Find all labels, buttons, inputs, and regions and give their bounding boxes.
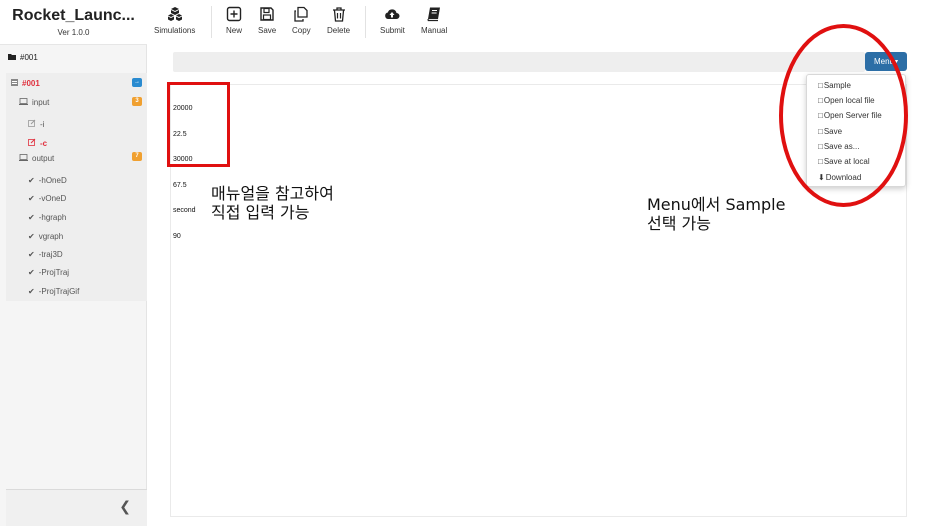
- editor-line: 67.5: [173, 181, 187, 189]
- brand-header: Rocket_Launc... Ver 1.0.0: [0, 0, 147, 45]
- plus-square-icon: [226, 6, 242, 22]
- tree-output-item[interactable]: ✔ -ProjTraj: [28, 268, 69, 277]
- book-icon: [427, 7, 441, 22]
- job-tree: #001 → input 3 -i -c output 7 ✔ -hOneD ✔…: [6, 73, 147, 301]
- tree-output-item[interactable]: ✔ vgraph: [28, 232, 63, 241]
- cloud-upload-icon: [385, 9, 400, 19]
- folder-icon: [8, 53, 16, 62]
- menu-sample-annotation: Menu에서 Sample 선택 가능: [647, 195, 785, 233]
- tree-output-item[interactable]: ✔ -hOneD: [28, 176, 67, 185]
- laptop-icon: [19, 98, 28, 107]
- save-button[interactable]: Save: [258, 6, 276, 35]
- manual-button[interactable]: Manual: [421, 6, 447, 35]
- manual-label: Manual: [421, 26, 448, 35]
- annotation-line: 매뉴얼을 참고하여: [211, 184, 334, 203]
- laptop-icon: [19, 154, 28, 163]
- check-icon: ✔: [28, 268, 35, 277]
- annotation-line: 선택 가능: [647, 214, 711, 233]
- tree-output-item-label: -ProjTrajGif: [38, 287, 80, 296]
- trash-icon: [332, 7, 345, 22]
- copy-icon: [294, 6, 308, 22]
- tree-output-item-label: vgraph: [38, 232, 64, 241]
- input-highlight-box: [167, 82, 230, 167]
- toolbar-divider: [211, 6, 212, 38]
- check-icon: ✔: [28, 287, 35, 296]
- folder-label: #001: [20, 53, 38, 62]
- tree-output-item-label: -hgraph: [38, 213, 67, 222]
- copy-label: Copy: [292, 26, 311, 35]
- new-button[interactable]: New: [226, 6, 242, 35]
- copy-button[interactable]: Copy: [292, 6, 311, 35]
- app-title: Rocket_Launc...: [12, 7, 135, 24]
- sidebar-footer: ❮: [6, 489, 147, 526]
- output-count-badge: 7: [132, 152, 142, 161]
- annotation-line: 직접 입력 가능: [211, 203, 310, 222]
- tree-output[interactable]: output: [19, 154, 54, 163]
- new-label: New: [226, 26, 243, 35]
- folder-row[interactable]: #001: [8, 53, 38, 62]
- edit-icon: [28, 119, 36, 129]
- tree-output-item[interactable]: ✔ -traj3D: [28, 250, 63, 259]
- simulations-label: Simulations: [154, 26, 196, 35]
- menu-highlight-ellipse: [779, 24, 908, 207]
- delete-label: Delete: [327, 26, 351, 35]
- check-icon: ✔: [28, 176, 35, 185]
- tree-output-item[interactable]: ✔ -ProjTrajGif: [28, 287, 79, 296]
- submit-button[interactable]: Submit: [380, 6, 405, 35]
- save-label: Save: [258, 26, 277, 35]
- edit-icon: [28, 138, 36, 148]
- tree-input-item[interactable]: -c: [28, 138, 47, 148]
- check-icon: ✔: [28, 232, 35, 241]
- tree-input-item[interactable]: -i: [28, 119, 44, 129]
- tree-output-item-label: -vOneD: [38, 194, 67, 203]
- list-icon: [11, 79, 18, 88]
- editor-line: 90: [173, 232, 181, 240]
- tree-input-label: input: [32, 98, 50, 107]
- tree-input[interactable]: input: [19, 98, 49, 107]
- root-arrow-badge[interactable]: →: [132, 78, 142, 87]
- path-bar[interactable]: [173, 52, 865, 72]
- tree-output-item[interactable]: ✔ -hgraph: [28, 213, 66, 222]
- simulations-button[interactable]: Simulations: [154, 6, 195, 35]
- editor-line: second: [173, 207, 196, 214]
- app-version: Ver 1.0.0: [57, 28, 90, 37]
- collapse-sidebar-icon[interactable]: ❮: [119, 498, 131, 515]
- floppy-icon: [260, 7, 274, 21]
- cubes-icon: [167, 7, 182, 21]
- sidebar: Rocket_Launc... Ver 1.0.0 #001 #001 → in…: [0, 0, 147, 526]
- input-count-badge: 3: [132, 97, 142, 106]
- submit-label: Submit: [380, 26, 405, 35]
- tree-output-item-label: -hOneD: [38, 176, 67, 185]
- tree-root[interactable]: #001: [11, 79, 40, 88]
- tree-output-item[interactable]: ✔ -vOneD: [28, 194, 66, 203]
- toolbar-divider: [365, 6, 366, 38]
- tree-output-item-label: -traj3D: [38, 250, 63, 259]
- tree-output-label: output: [32, 154, 55, 163]
- check-icon: ✔: [28, 250, 35, 259]
- tree-input-item-label: -i: [40, 119, 45, 129]
- manual-input-annotation: 매뉴얼을 참고하여 직접 입력 가능: [211, 184, 334, 222]
- tree-root-label: #001: [22, 79, 40, 88]
- delete-button[interactable]: Delete: [327, 6, 350, 35]
- annotation-line: Menu에서 Sample: [647, 195, 786, 214]
- tree-input-item-label: -c: [40, 138, 48, 148]
- check-icon: ✔: [28, 213, 35, 222]
- check-icon: ✔: [28, 194, 35, 203]
- tree-output-item-label: -ProjTraj: [38, 268, 70, 277]
